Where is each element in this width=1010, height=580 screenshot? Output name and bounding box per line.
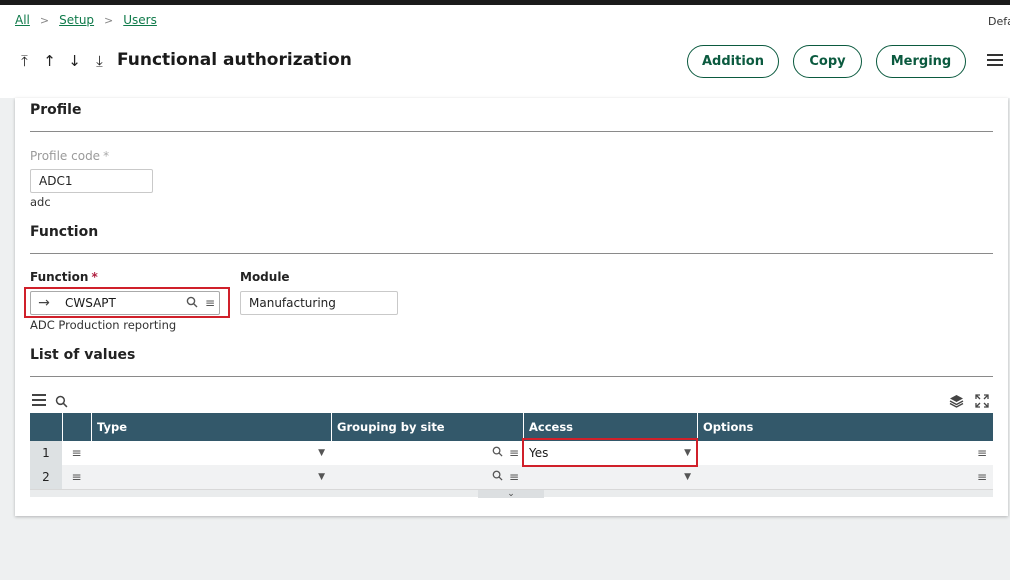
divider bbox=[30, 376, 993, 377]
record-navigation: ⤒ ↑ ↓ ⤓ bbox=[15, 52, 109, 70]
hamburger-icon[interactable]: ≡ bbox=[977, 470, 987, 484]
form-card: Profile Profile code * ADC1 adc Function … bbox=[15, 98, 1008, 516]
breadcrumb-users[interactable]: Users bbox=[123, 13, 157, 27]
hamburger-icon[interactable]: ≡ bbox=[509, 470, 519, 484]
hamburger-icon[interactable]: ≡ bbox=[977, 446, 987, 460]
previous-record-icon[interactable]: ↑ bbox=[40, 52, 59, 70]
merging-button[interactable]: Merging bbox=[876, 45, 966, 78]
type-cell[interactable]: ▼ bbox=[91, 465, 331, 489]
breadcrumb-separator: > bbox=[39, 13, 50, 27]
column-access[interactable]: Access bbox=[523, 413, 697, 441]
options-cell[interactable]: ≡ bbox=[697, 465, 993, 489]
access-cell[interactable]: ▼ bbox=[523, 465, 697, 489]
profile-section-title: Profile bbox=[30, 102, 82, 118]
required-mark: * bbox=[91, 270, 98, 284]
expand-icon[interactable] bbox=[975, 393, 989, 412]
next-record-icon[interactable]: ↓ bbox=[65, 52, 84, 70]
search-icon[interactable] bbox=[492, 470, 503, 484]
list-section-title: List of values bbox=[30, 347, 136, 363]
grid-footer: ⌄ bbox=[30, 489, 993, 498]
grid-header-handle bbox=[62, 413, 91, 441]
list-of-values-grid: Type Grouping by site Access Options 1 ≡… bbox=[30, 413, 993, 498]
breadcrumb-setup[interactable]: Setup bbox=[59, 13, 94, 27]
type-cell[interactable]: ▼ bbox=[91, 441, 331, 465]
hamburger-icon[interactable]: ≡ bbox=[62, 441, 91, 465]
module-field[interactable]: Manufacturing bbox=[240, 291, 398, 315]
triangle-down-icon[interactable]: ▼ bbox=[684, 472, 691, 482]
divider bbox=[30, 131, 993, 132]
column-grouping-by-site[interactable]: Grouping by site bbox=[331, 413, 523, 441]
profile-code-field[interactable]: ADC1 bbox=[30, 169, 153, 193]
triangle-down-icon[interactable]: ▼ bbox=[318, 472, 325, 482]
page-title: Functional authorization bbox=[117, 50, 352, 70]
grid-header: Type Grouping by site Access Options bbox=[30, 413, 993, 441]
function-section-title: Function bbox=[30, 224, 99, 240]
table-row: 2 ≡ ▼ ≡ ▼ ≡ bbox=[30, 465, 993, 489]
addition-button[interactable]: Addition bbox=[687, 45, 779, 78]
grouping-cell[interactable]: ≡ bbox=[331, 465, 523, 489]
function-label: Function * bbox=[30, 270, 98, 284]
row-number: 1 bbox=[30, 441, 62, 465]
function-description: ADC Production reporting bbox=[30, 318, 177, 332]
row-number: 2 bbox=[30, 465, 62, 489]
highlight-box bbox=[24, 287, 230, 318]
profile-code-label: Profile code * bbox=[30, 149, 110, 163]
options-cell[interactable]: ≡ bbox=[697, 441, 993, 465]
copy-button[interactable]: Copy bbox=[793, 45, 862, 78]
breadcrumb-all[interactable]: All bbox=[15, 13, 30, 27]
highlight-box bbox=[522, 438, 698, 467]
chevron-down-icon[interactable]: ⌄ bbox=[478, 489, 544, 498]
divider bbox=[30, 253, 993, 254]
triangle-down-icon[interactable]: ▼ bbox=[318, 448, 325, 458]
search-icon[interactable] bbox=[492, 446, 503, 460]
module-label: Module bbox=[240, 270, 290, 284]
default-label: Defa bbox=[988, 15, 1010, 28]
breadcrumb-separator: > bbox=[104, 13, 114, 27]
table-row: 1 ≡ ▼ ≡ Yes ▼ ≡ bbox=[30, 441, 993, 465]
first-record-icon[interactable]: ⤒ bbox=[15, 52, 34, 70]
grouping-cell[interactable]: ≡ bbox=[331, 441, 523, 465]
breadcrumb: All > Setup > Users bbox=[15, 13, 157, 27]
hamburger-icon[interactable] bbox=[987, 54, 1003, 68]
column-options[interactable]: Options bbox=[697, 413, 993, 441]
layers-icon[interactable] bbox=[949, 393, 964, 412]
required-mark: * bbox=[103, 149, 110, 163]
page-header: All > Setup > Users Defa ⤒ ↑ ↓ ⤓ Functio… bbox=[0, 5, 1010, 98]
last-record-icon[interactable]: ⤓ bbox=[90, 52, 109, 70]
hamburger-icon[interactable]: ≡ bbox=[509, 446, 519, 460]
column-type[interactable]: Type bbox=[91, 413, 331, 441]
profile-code-description: adc bbox=[30, 195, 51, 209]
search-icon[interactable] bbox=[55, 393, 68, 412]
hamburger-icon[interactable]: ≡ bbox=[62, 465, 91, 489]
hamburger-icon[interactable] bbox=[32, 394, 46, 406]
